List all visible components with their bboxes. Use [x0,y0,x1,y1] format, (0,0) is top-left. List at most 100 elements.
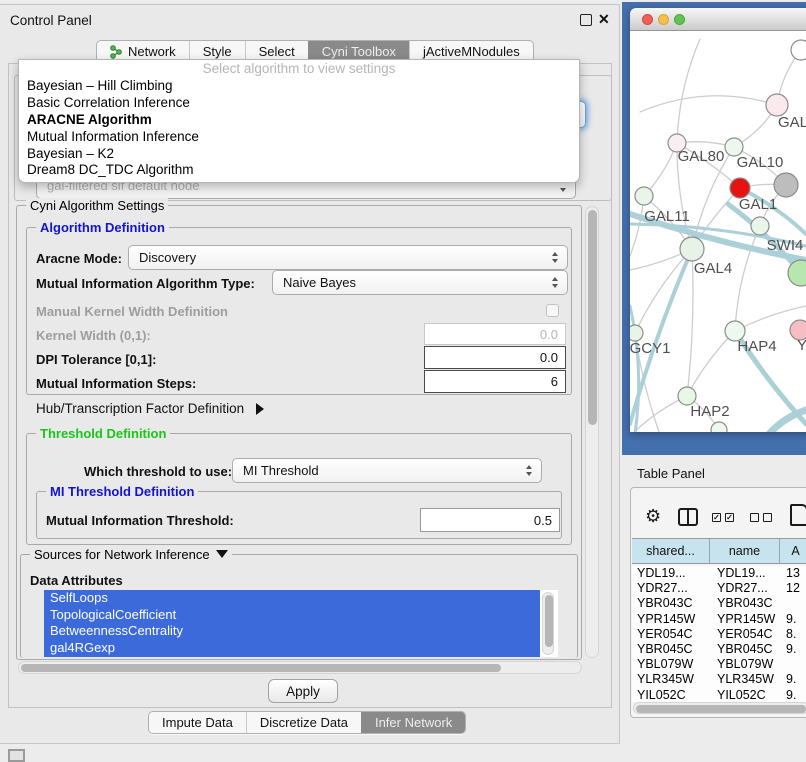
tab-impute-data-label: Impute Data [162,715,233,730]
network-node[interactable] [774,173,798,197]
column-header-partial[interactable]: A [780,539,806,563]
unchecked-box-icon[interactable] [750,513,759,522]
popup-item[interactable]: Bayesian – Hill Climbing [19,78,579,95]
document-icon[interactable] [790,504,806,526]
node-label: GAL80 [678,148,725,165]
node-label: Y [797,337,806,354]
mi-algorithm-type-combobox[interactable]: Naive Bayes [272,270,568,295]
network-node[interactable] [635,187,653,205]
popup-item[interactable]: Basic Correlation Inference [19,95,579,112]
table-row[interactable]: YLR345WYLR345W9. [632,672,806,687]
attribute-item[interactable]: gal4RGexp [44,640,540,657]
table-cell: YER054C [710,627,780,642]
tab-discretize-data[interactable]: Discretize Data [246,712,361,733]
mi-algorithm-type-label: Mutual Information Algorithm Type: [36,276,255,291]
table-row[interactable]: YBL079WYBL079W [632,657,806,672]
popup-item[interactable]: Mutual Information Inference [19,129,579,146]
network-node[interactable] [751,217,769,235]
attribute-item[interactable]: BetweennessCentrality [44,623,540,640]
network-node[interactable] [730,178,750,198]
expander-down-arrow-icon [216,550,228,558]
cyni-algorithm-settings-title: Cyni Algorithm Settings [26,198,168,213]
hub-definition-expander[interactable]: Hub/Transcription Factor Definition [36,401,264,416]
hub-definition-label: Hub/Transcription Factor Definition [36,401,244,416]
column-pane-icon[interactable] [678,508,698,526]
table-cell: YPR145W [632,612,710,627]
combo-down-arrow-icon [552,284,558,288]
checked-box-icon[interactable]: ✓ [725,513,734,522]
network-node[interactable] [791,40,806,60]
table-cell: YBR043C [632,596,710,611]
tab-impute-data[interactable]: Impute Data [149,712,246,733]
settings-horizontal-scrollbar[interactable] [18,661,582,674]
network-node[interactable] [766,94,788,116]
column-header-name[interactable]: name [710,539,780,563]
table-row[interactable]: YBR045CYBR045C9. [632,642,806,657]
network-window-titlebar[interactable] [630,8,806,31]
aracne-mode-label: Aracne Mode: [36,251,122,266]
mac-close-traffic-light[interactable] [642,14,653,25]
table-body: YDL19...YDL19...13YDR27...YDR27...12YBR0… [632,566,806,702]
which-threshold-combobox[interactable]: MI Threshold [232,458,542,483]
tab-infer-network[interactable]: Infer Network [361,712,465,733]
data-attributes-list: SelfLoopsTopologicalCoefficientBetweenne… [44,590,558,657]
attributes-scrollbar[interactable] [542,592,554,655]
table-cell: YDL19... [632,566,710,581]
node-label: HAP2 [690,403,729,420]
gear-icon[interactable]: ⚙ [645,506,661,527]
mi-steps-field[interactable]: 6 [424,370,566,393]
mac-zoom-traffic-light[interactable] [674,14,685,25]
table-cell: 8. [780,627,806,642]
tab-jactivemnodules-label: jActiveMNodules [423,44,520,59]
algorithm-definition-title: Algorithm Definition [36,220,169,235]
manual-kernel-width-checkbox[interactable] [546,304,559,317]
popup-item[interactable]: ARACNE Algorithm [19,112,579,129]
kernel-width-label: Kernel Width (0,1): [36,328,151,343]
table-row[interactable]: YDL19...YDL19...13 [632,566,806,581]
table-row[interactable]: YIL052CYIL052C9. [632,688,806,703]
table-cell: YBR043C [710,596,780,611]
attribute-item[interactable]: SelfLoops [44,590,540,607]
aracne-mode-combobox[interactable]: Discovery [128,245,568,270]
mac-minimize-traffic-light[interactable] [658,14,669,25]
mi-threshold-field[interactable]: 0.5 [420,508,560,532]
control-panel-title: Control Panel [10,13,92,28]
popup-item[interactable]: Dream8 DC_TDC Algorithm [19,162,579,179]
apply-button[interactable]: Apply [268,679,338,703]
popup-item[interactable]: Bayesian – K2 [19,146,579,163]
network-edge [687,331,735,396]
network-node[interactable] [630,325,643,341]
table-cell: 9. [780,688,806,703]
combo-up-arrow-icon [526,465,532,469]
table-row[interactable]: YPR145WYPR145W9. [632,612,806,627]
table-row[interactable]: YER054CYER054C8. [632,627,806,642]
checked-box-icon[interactable]: ✓ [712,513,721,522]
algorithm-dropdown-prompt: Select algorithm to view settings [19,60,579,78]
control-panel-window: Control Panel ✕ Network Style Select Cyn… [0,4,620,744]
dpi-tolerance-field[interactable]: 0.0 [424,346,566,369]
network-canvas[interactable]: GALGAL80GAL10GAL1GAL11SWI4GAL4GCY1HAP4YH… [630,31,806,432]
network-node[interactable] [711,422,727,432]
network-node[interactable] [680,237,704,261]
table-row[interactable]: YDR27...YDR27...12 [632,581,806,596]
minimized-panel-icon[interactable] [8,749,25,762]
node-label: HAP4 [737,338,776,355]
settings-vertical-scrollbar[interactable] [585,206,599,658]
kernel-width-field[interactable]: 0.0 [424,323,566,345]
table-cell: 12 [780,581,806,596]
float-window-icon[interactable] [580,14,592,26]
sources-group-title[interactable]: Sources for Network Inference [30,547,232,562]
network-edge [687,249,693,396]
mi-threshold-label: Mutual Information Threshold: [46,513,234,528]
mi-threshold-group-title: MI Threshold Definition [46,484,198,499]
column-header-shared-name[interactable]: shared... [632,539,710,563]
tab-style-label: Style [203,44,232,59]
table-row[interactable]: YBR043CYBR043C [632,596,806,611]
combo-down-arrow-icon [560,188,566,192]
table-horizontal-scrollbar[interactable] [633,702,806,714]
attribute-item[interactable]: TopologicalCoefficient [44,607,540,624]
mi-steps-label: Mutual Information Steps: [36,376,196,391]
close-icon[interactable]: ✕ [598,11,610,28]
dpi-tolerance-label: DPI Tolerance [0,1]: [36,352,156,367]
unchecked-box-icon[interactable] [763,513,772,522]
